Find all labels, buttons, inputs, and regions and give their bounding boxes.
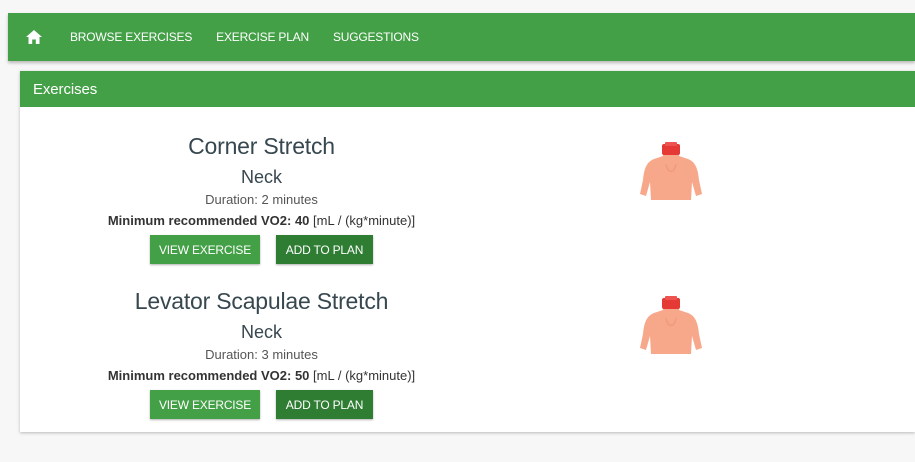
exercise-name: Levator Scapulae Stretch bbox=[134, 288, 389, 314]
exercise-area: Neck bbox=[240, 167, 282, 187]
nav-suggestions[interactable]: SUGGESTIONS bbox=[333, 30, 419, 44]
exercise-item: Levator Scapulae Stretch Neck Duration: … bbox=[20, 287, 503, 419]
exercise-item: Corner Stretch Neck Duration: 2 minutes … bbox=[20, 132, 503, 264]
home-icon bbox=[26, 30, 42, 44]
top-nav-bar: BROWSE EXERCISES EXERCISE PLAN SUGGESTIO… bbox=[8, 13, 915, 61]
add-to-plan-button[interactable]: ADD TO PLAN bbox=[276, 390, 373, 419]
torso-neck-highlight-icon bbox=[640, 296, 702, 354]
nav-browse-exercises[interactable]: BROWSE EXERCISES bbox=[70, 30, 192, 44]
vo2-unit: [mL / (kg*minute)] bbox=[313, 213, 416, 228]
exercise-vo2: Minimum recommended VO2: 50 [mL / (kg*mi… bbox=[20, 368, 503, 384]
exercise-name: Corner Stretch bbox=[188, 133, 335, 159]
view-exercise-button[interactable]: VIEW EXERCISE bbox=[150, 390, 260, 419]
exercise-area: Neck bbox=[240, 322, 282, 342]
torso-neck-highlight-icon bbox=[640, 142, 702, 200]
exercise-duration: Duration: 3 minutes bbox=[205, 347, 318, 362]
vo2-value: 50 bbox=[294, 368, 310, 383]
vo2-value: 40 bbox=[294, 213, 310, 228]
vo2-label: Minimum recommended VO2: bbox=[107, 368, 292, 383]
add-to-plan-button[interactable]: ADD TO PLAN bbox=[276, 235, 373, 264]
card-title: Exercises bbox=[20, 71, 915, 107]
vo2-label: Minimum recommended VO2: bbox=[107, 213, 292, 228]
home-button[interactable] bbox=[14, 13, 54, 61]
nav-exercise-plan[interactable]: EXERCISE PLAN bbox=[216, 30, 309, 44]
exercise-duration: Duration: 2 minutes bbox=[205, 192, 318, 207]
vo2-unit: [mL / (kg*minute)] bbox=[313, 368, 416, 383]
exercises-card: Exercises Corner Stretch Neck Duration: … bbox=[20, 71, 915, 432]
exercise-vo2: Minimum recommended VO2: 40 [mL / (kg*mi… bbox=[20, 213, 503, 229]
view-exercise-button[interactable]: VIEW EXERCISE bbox=[150, 235, 260, 264]
